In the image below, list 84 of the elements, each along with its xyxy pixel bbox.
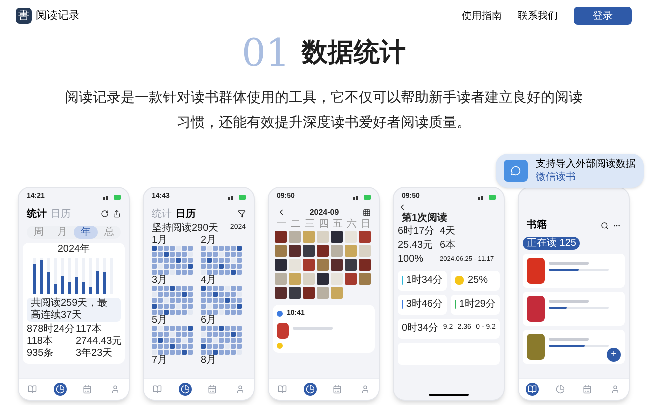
calendar-grid-drawing	[201, 246, 242, 274]
pie-chart-icon[interactable]	[178, 383, 192, 396]
month-label: 4月	[201, 274, 218, 286]
stat-value: 2744.43元	[76, 336, 121, 348]
calendar-grid-drawing	[152, 286, 193, 314]
month-label: 7月	[152, 354, 169, 366]
text-line	[549, 300, 589, 303]
stat-value: 878时24分	[27, 324, 72, 336]
nav-link[interactable]: 联系我们	[518, 8, 558, 24]
summary-text: 共阅读259天，最高连续37天	[27, 298, 121, 322]
stat-value: 935条	[27, 348, 55, 360]
stat-value: 6本	[440, 238, 457, 252]
search-icon[interactable]	[601, 222, 609, 230]
back-icon[interactable]	[277, 208, 286, 217]
book-icon[interactable]	[526, 383, 540, 396]
stat-value: 100%	[398, 252, 425, 266]
status-icons-icon	[228, 194, 246, 200]
filter-icon[interactable]	[238, 210, 246, 218]
tab[interactable]: 日历	[176, 206, 196, 222]
clock-dot-icon	[277, 310, 283, 317]
home-indicator	[429, 394, 469, 396]
segment-tab[interactable]: 年	[74, 226, 98, 238]
pie-chart-icon[interactable]	[304, 383, 317, 396]
status-icons-icon	[353, 194, 371, 200]
stat-value: 4天	[440, 224, 457, 238]
weekday-label: 一	[277, 218, 287, 230]
wechat-read-link[interactable]: 微信读书	[536, 171, 636, 184]
month-label: 2月	[201, 234, 218, 246]
weekday-label: 二	[291, 218, 301, 230]
calendar-grid-drawing	[152, 246, 193, 274]
status-icons-icon	[103, 194, 121, 200]
stat-value: 118本	[27, 336, 54, 348]
chat-bubble-icon	[504, 160, 528, 182]
calendar-icon[interactable]	[331, 383, 344, 396]
month-label: 6月	[201, 314, 218, 326]
section-description: 阅读记录是一款针对读书群体使用的工具，它不仅可以帮助新手读者建立良好的阅读习惯，还能有效提升深度读书爱好者阅读质量。	[64, 89, 584, 133]
session-value: 0时34分	[402, 322, 439, 334]
stat-value: 3年23天	[76, 348, 114, 360]
calendar-grid-drawing	[152, 326, 193, 354]
grid-icon[interactable]	[362, 208, 371, 216]
weekday-label: 三	[305, 218, 315, 230]
filter-chip[interactable]: 正在读 125	[523, 237, 580, 250]
pie-chart-icon[interactable]	[54, 383, 67, 396]
month-title: 2024-09	[310, 206, 340, 218]
calendar-grid-drawing	[201, 286, 242, 314]
stat-value: 6时17分	[398, 224, 436, 238]
refresh-icon[interactable]	[101, 210, 109, 218]
weekday-label: 五	[333, 218, 343, 230]
text-line	[549, 338, 589, 341]
metric-value: 25%	[468, 274, 488, 286]
callout-text: 支持导入外部阅读数据	[536, 158, 636, 171]
month-label: 3月	[152, 274, 169, 286]
weekday-label: 六	[347, 218, 357, 230]
text-line	[293, 327, 333, 330]
weekday-label: 四	[319, 218, 329, 230]
stat-value: 25.43元	[398, 238, 434, 252]
metric-value: 1时34分	[406, 274, 443, 286]
tab[interactable]: 统计	[27, 206, 47, 222]
app-logo[interactable]: 書	[16, 8, 32, 24]
month-label: 5月	[152, 314, 169, 326]
metric-value: 1时29分	[459, 298, 496, 310]
calendar-icon[interactable]	[81, 383, 94, 396]
tab[interactable]: 书籍	[527, 218, 547, 233]
nav-link[interactable]: 使用指南	[462, 8, 502, 24]
streak-text: 坚持阅读290天	[152, 222, 219, 234]
section-number: 01	[242, 32, 290, 74]
text-line	[549, 262, 589, 265]
weekday-label: 日	[361, 218, 371, 230]
session-title: 第1次阅读	[401, 212, 449, 224]
year-label: 2024年	[58, 242, 90, 256]
metric-value: 3时46分	[406, 298, 443, 310]
section-title: 数据统计	[302, 36, 406, 70]
book-cover-placeholder	[277, 323, 289, 339]
status-icons-icon	[478, 194, 496, 200]
share-icon[interactable]	[113, 210, 121, 218]
month-label: 8月	[201, 354, 218, 366]
stat-value: 117本	[76, 324, 103, 336]
app-name: 阅读记录	[36, 8, 80, 24]
calendar-icon[interactable]	[581, 383, 594, 396]
back-icon[interactable]	[398, 202, 407, 212]
login-button[interactable]: 登录	[574, 7, 632, 25]
calendar-grid-drawing	[201, 326, 242, 354]
calendar-icon[interactable]	[206, 383, 220, 396]
month-label: 1月	[152, 234, 169, 246]
